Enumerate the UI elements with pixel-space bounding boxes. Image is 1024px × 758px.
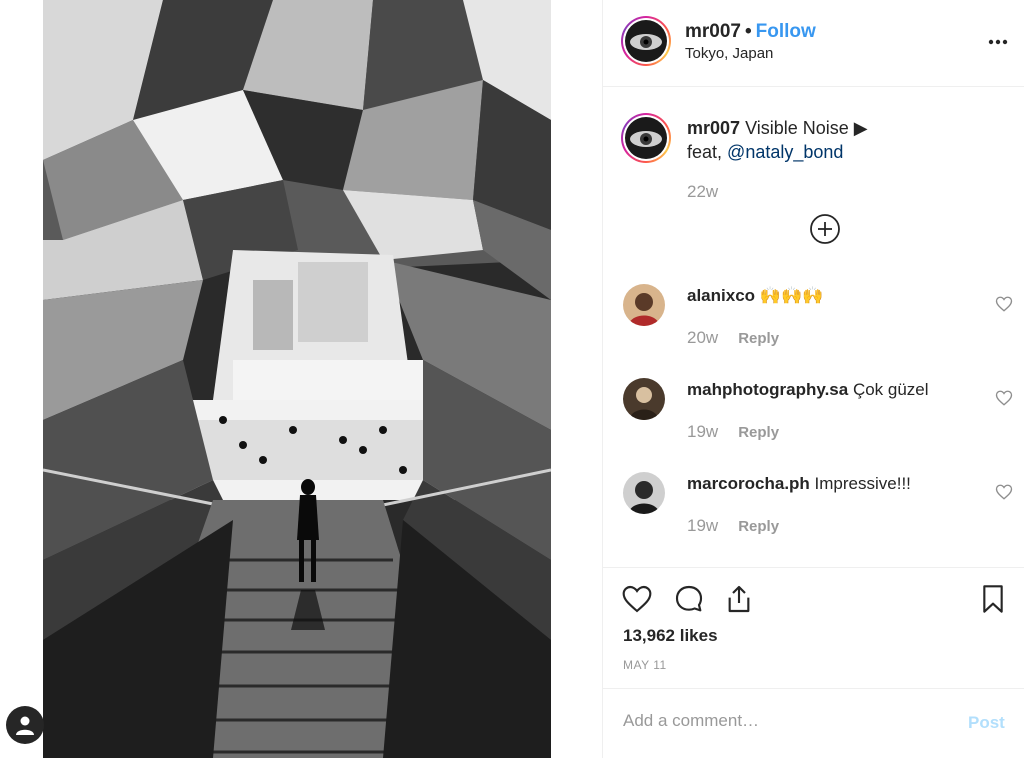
caption-line-1: mr007 Visible Noise ▶ [687,118,868,139]
heart-icon[interactable] [995,483,1013,501]
author-avatar[interactable] [621,16,671,66]
comment-time[interactable]: 19w [687,422,718,441]
author-username[interactable]: mr007 [685,21,741,42]
post-detail-panel: mr007 • Follow Tokyo, Japan mr007 Visible … [602,0,1024,758]
comment-meta: 19w Reply [687,516,779,536]
comment-time[interactable]: 20w [687,328,718,347]
add-comment-bar: Post [603,688,1024,758]
comment-body: Çok güzel [852,380,929,399]
caption-line-2: feat, @nataly_bond [687,142,843,163]
account-icon[interactable] [6,706,44,744]
reply-button[interactable]: Reply [738,424,779,441]
load-more-comments-icon[interactable] [809,213,841,245]
likes-count[interactable]: 13,962 likes [623,626,718,646]
commenter-photo [623,378,665,420]
follow-button[interactable]: Follow [756,21,816,42]
post-photo[interactable] [43,0,551,758]
caption-text: Visible Noise ▶ [745,118,868,138]
heart-icon[interactable] [995,389,1013,407]
comment-bubble-icon[interactable] [673,583,705,615]
reply-button[interactable]: Reply [738,330,779,347]
comment-time[interactable]: 19w [687,516,718,535]
left-area [0,0,602,758]
header-user-line: mr007 • Follow [685,21,816,43]
comment-username[interactable]: mahphotography.sa [687,380,848,399]
caption-text-prefix: feat, [687,142,723,162]
comment-username[interactable]: alanixco [687,286,755,305]
escalator-mirror-illustration [43,0,551,758]
comment-text: marcorocha.ph Impressive!!! [687,474,911,494]
caption-avatar[interactable] [621,113,671,163]
more-options-icon[interactable] [986,30,1010,54]
comment-meta: 19w Reply [687,422,779,442]
location-link[interactable]: Tokyo, Japan [685,45,773,62]
comment-body: 🙌🙌🙌 [759,286,824,305]
post-header: mr007 • Follow Tokyo, Japan [603,0,1024,87]
comment-input[interactable] [623,711,943,731]
caption-mention-link[interactable]: @nataly_bond [727,142,843,162]
eye-avatar-icon [625,117,667,159]
commenter-avatar[interactable] [623,472,665,514]
commenter-avatar[interactable] [623,284,665,326]
caption-username[interactable]: mr007 [687,118,740,138]
comment-username[interactable]: marcorocha.ph [687,474,810,493]
post-comment-button[interactable]: Post [968,713,1005,733]
comment-text: alanixco 🙌🙌🙌 [687,286,823,306]
caption-timestamp[interactable]: 22w [687,182,718,202]
comment-body: Impressive!!! [814,474,911,493]
bookmark-icon[interactable] [977,583,1009,615]
post-date[interactable]: MAY 11 [623,658,667,672]
separator-dot: • [745,21,752,42]
commenter-photo [623,472,665,514]
reply-button[interactable]: Reply [738,518,779,535]
commenter-avatar[interactable] [623,378,665,420]
actions-divider [603,567,1024,568]
eye-avatar-icon [625,20,667,62]
share-icon[interactable] [723,583,755,615]
person-glyph [16,716,34,735]
commenter-photo [623,284,665,326]
comment-meta: 20w Reply [687,328,779,348]
heart-icon[interactable] [995,295,1013,313]
like-heart-icon[interactable] [621,583,653,615]
comment-text: mahphotography.sa Çok güzel [687,380,929,400]
